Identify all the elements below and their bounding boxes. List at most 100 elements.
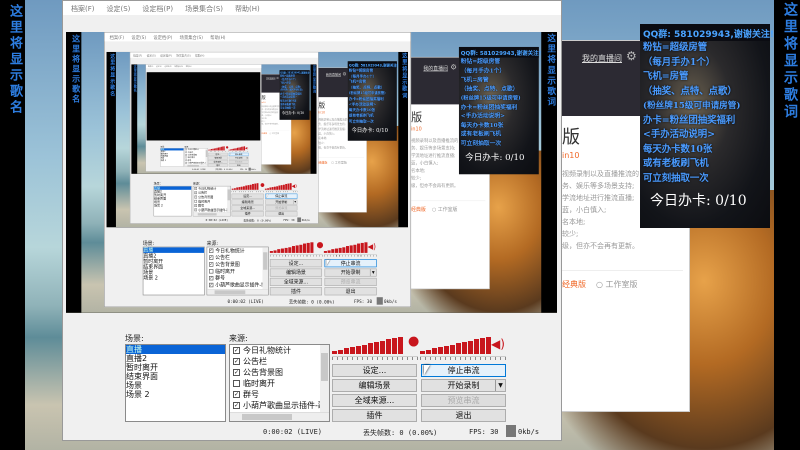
- source-item[interactable]: 临时离开: [207, 268, 268, 275]
- source-item[interactable]: ✓ 公告栏: [207, 254, 268, 261]
- plugins-button[interactable]: 插件: [208, 163, 228, 167]
- microphone-icon[interactable]: ●: [314, 239, 325, 251]
- exit-button[interactable]: 退出: [265, 211, 298, 217]
- menu-profile[interactable]: 设定档(P): [142, 4, 173, 13]
- desktop-volume-slider[interactable]: [323, 254, 377, 257]
- checkbox[interactable]: [209, 269, 214, 274]
- option-studio[interactable]: ○ 工作室版: [331, 161, 347, 166]
- checkbox[interactable]: ✓: [233, 369, 240, 376]
- source-list[interactable]: ✓今日礼物统计✓公告栏✓公告背景图临时离开✓群号✓小葫芦歌曲显示插件-歌✓小葫芦…: [184, 148, 208, 167]
- source-item[interactable]: ✓小葫芦歌曲显示插件-歌: [230, 400, 329, 411]
- scene-item[interactable]: 直播2: [126, 354, 225, 363]
- source-item[interactable]: ✓ 公告背景图: [230, 367, 329, 378]
- scene-item[interactable]: 直播2: [161, 150, 184, 152]
- source-item[interactable]: ✓ 公告栏: [193, 191, 230, 195]
- option-studio[interactable]: ○ 工作室版: [269, 132, 279, 135]
- source-scrollbar[interactable]: [205, 148, 208, 167]
- source-item[interactable]: ✓ 公告栏: [230, 356, 329, 367]
- source-item[interactable]: ✓ 今日礼物统计: [185, 148, 208, 151]
- global-sources-button[interactable]: 全域来源...: [269, 277, 323, 286]
- checkbox[interactable]: ✓: [209, 262, 214, 267]
- chevron-down-icon[interactable]: ▼: [293, 199, 297, 205]
- scene-item[interactable]: 暂时离开: [143, 259, 204, 265]
- exit-button[interactable]: 退出: [421, 409, 506, 422]
- menu-scene-collection[interactable]: 场景集合(S): [180, 34, 203, 40]
- menu-scene-collection[interactable]: 场景集合(S): [176, 54, 190, 57]
- source-item[interactable]: ✓ 群号: [230, 389, 329, 400]
- chevron-down-icon[interactable]: ▼: [369, 269, 376, 276]
- source-hscrollbar[interactable]: [184, 164, 208, 167]
- desktop-volume-slider[interactable]: [264, 190, 298, 193]
- mic-volume-meter[interactable]: [269, 242, 314, 253]
- exit-button[interactable]: 退出: [228, 163, 249, 167]
- chevron-down-icon[interactable]: ▼: [245, 156, 248, 160]
- source-scrollbar[interactable]: [262, 247, 269, 295]
- menu-settings[interactable]: 设定(S): [147, 54, 156, 57]
- option-studio[interactable]: ○ 工作室版: [596, 279, 638, 291]
- gear-icon[interactable]: ⚙: [276, 76, 278, 79]
- menu-settings[interactable]: 设定(S): [131, 34, 146, 40]
- desktop-volume-meter[interactable]: [264, 183, 292, 190]
- scene-item[interactable]: 直播: [154, 186, 192, 190]
- scene-list[interactable]: 直播 直播2 暂时离开 结束界面 场景 场景 2: [153, 185, 192, 217]
- edit-scene-button[interactable]: 编辑场景: [269, 268, 323, 277]
- scene-list[interactable]: 直播 直播2 暂时离开 结束界面 场景 场景 2: [142, 246, 205, 296]
- checkbox[interactable]: ✓: [185, 148, 187, 151]
- checkbox[interactable]: [194, 199, 198, 203]
- tab-my-live-room[interactable]: 我的直播间: [582, 53, 622, 64]
- menu-file[interactable]: 档案(F): [110, 34, 124, 40]
- stop-stream-button[interactable]: 停止串流: [228, 152, 249, 157]
- source-item[interactable]: ✓小葫芦歌曲显示插件-歌: [207, 282, 268, 289]
- desktop-volume-slider[interactable]: [228, 150, 249, 152]
- desktop-volume-meter[interactable]: [228, 146, 246, 151]
- source-item[interactable]: ✓ 公告背景图: [185, 154, 208, 157]
- menu-scene-collection[interactable]: 场景集合(S): [174, 65, 183, 68]
- edit-scene-button[interactable]: 编辑场景: [231, 199, 264, 205]
- option-classic[interactable]: 经典版: [562, 279, 586, 291]
- speaker-icon[interactable]: ◀): [491, 337, 505, 351]
- source-item[interactable]: ✓小葫芦歌曲显示插件-歌: [185, 162, 208, 165]
- tab-my-live-room[interactable]: 我的直播间: [423, 65, 448, 72]
- mic-volume-slider[interactable]: [332, 356, 418, 360]
- checkbox[interactable]: ✓: [194, 212, 198, 216]
- source-item[interactable]: ✓ 今日礼物统计: [230, 345, 329, 356]
- source-item[interactable]: ✓ 群号: [207, 275, 268, 282]
- source-item[interactable]: ✓小葫芦歌曲显示插件-歌: [193, 208, 230, 212]
- start-recording-button[interactable]: 开始录制 ▼: [228, 156, 249, 160]
- checkbox[interactable]: ✓: [185, 151, 187, 154]
- preview-stream-button[interactable]: 预览串流: [228, 160, 249, 164]
- plugins-button[interactable]: 插件: [332, 409, 417, 422]
- checkbox[interactable]: ✓: [209, 248, 214, 253]
- scene-item[interactable]: 结束界面: [143, 264, 204, 270]
- scene-item[interactable]: 场景: [161, 157, 184, 159]
- microphone-icon[interactable]: ●: [259, 181, 266, 188]
- source-list[interactable]: ✓今日礼物统计✓公告栏✓公告背景图临时离开✓群号✓小葫芦歌曲显示插件-歌✓小葫芦…: [206, 246, 269, 296]
- option-classic[interactable]: 经典版: [318, 161, 327, 166]
- option-classic[interactable]: 经典版: [261, 132, 267, 135]
- scene-item[interactable]: 直播: [160, 148, 184, 151]
- plugins-button[interactable]: 插件: [269, 287, 323, 296]
- menu-settings[interactable]: 设定(S): [156, 65, 162, 68]
- preview-stream-button[interactable]: 预览串流: [421, 394, 506, 407]
- gear-icon[interactable]: ⚙: [450, 63, 457, 72]
- preview-stream-button[interactable]: 预览串流: [265, 205, 298, 211]
- chevron-down-icon[interactable]: ▼: [495, 380, 505, 391]
- scene-item[interactable]: 场景: [154, 200, 191, 204]
- scene-item[interactable]: 场景 2: [154, 204, 191, 208]
- checkbox[interactable]: ✓: [194, 208, 198, 212]
- edit-scene-button[interactable]: 编辑场景: [208, 156, 228, 160]
- source-item[interactable]: ✓小葫芦歌曲显示插件-歌: [185, 164, 208, 167]
- source-item[interactable]: 临时离开: [193, 199, 230, 203]
- plugins-button[interactable]: 插件: [231, 211, 264, 217]
- checkbox[interactable]: ✓: [233, 358, 240, 365]
- speaker-icon[interactable]: ◀): [292, 183, 297, 188]
- scene-item[interactable]: 直播2: [143, 253, 204, 259]
- checkbox[interactable]: ✓: [185, 159, 187, 162]
- settings-button[interactable]: 设定...: [208, 152, 228, 157]
- start-recording-button[interactable]: 开始录制 ▼: [324, 268, 377, 277]
- scene-item[interactable]: 结束界面: [154, 197, 191, 201]
- menu-profile[interactable]: 设定档(P): [160, 54, 172, 57]
- settings-button[interactable]: 设定...: [269, 259, 323, 268]
- preview-stream-button[interactable]: 预览串流: [324, 277, 377, 286]
- source-hscrollbar[interactable]: [193, 212, 231, 216]
